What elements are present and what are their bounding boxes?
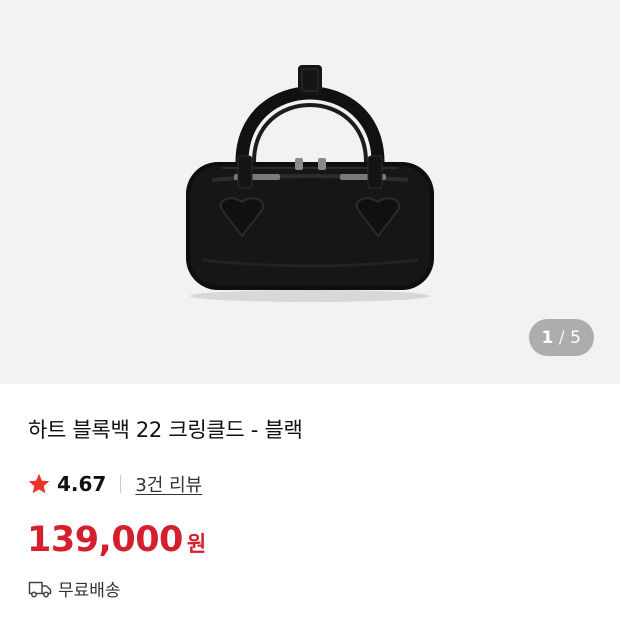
product-image-gallery[interactable]: 1 / 5 [0, 0, 620, 384]
review-count-link[interactable]: 3건 리뷰 [135, 471, 202, 497]
product-title: 하트 블록백 22 크링클드 - 블랙 [28, 418, 303, 442]
divider [120, 475, 122, 493]
pager-current: 1 [541, 327, 554, 348]
pager-total: 5 [570, 327, 582, 348]
rating-value: 4.67 [57, 472, 107, 496]
rating-row: 4.67 3건 리뷰 [27, 470, 202, 498]
price-value: 139,000 [27, 520, 183, 560]
price-row: 139,000 원 [27, 520, 206, 560]
truck-icon [28, 581, 52, 597]
pager-separator: / [558, 327, 566, 348]
star-icon [28, 473, 50, 494]
price-currency: 원 [186, 532, 207, 556]
shipping-label: 무료배송 [58, 581, 121, 601]
image-pager: 1 / 5 [529, 319, 594, 356]
product-image[interactable] [150, 60, 470, 320]
shipping-row: 무료배송 [28, 576, 121, 601]
